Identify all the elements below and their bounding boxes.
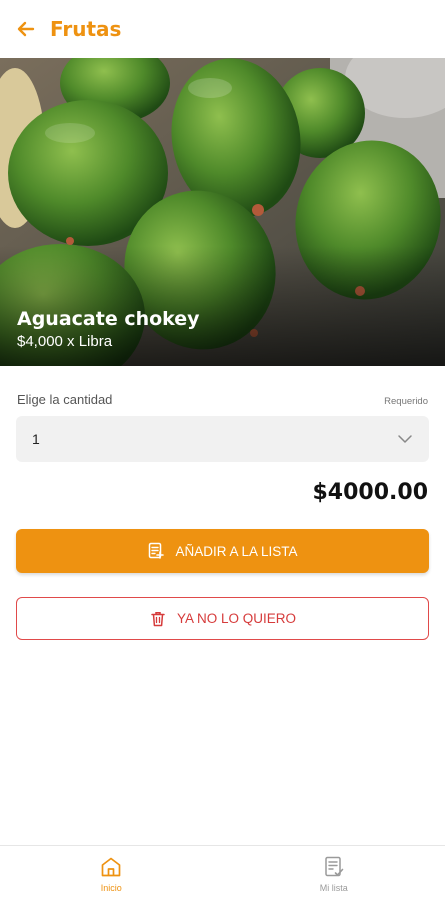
home-icon — [101, 857, 121, 877]
app-header: Frutas — [0, 0, 445, 58]
quantity-select[interactable]: 1 — [16, 416, 429, 462]
required-label: Requerido — [384, 396, 428, 407]
total-price: $4000.00 — [312, 480, 428, 505]
nav-label-mi-lista: Mi lista — [319, 883, 348, 893]
nav-item-inicio[interactable]: Inicio — [0, 846, 223, 900]
quantity-value: 1 — [32, 431, 40, 447]
chevron-down-icon — [398, 435, 412, 443]
remove-button[interactable]: YA NO LO QUIERO — [16, 597, 429, 640]
list-icon — [325, 856, 344, 877]
quantity-label: Elige la cantidad — [17, 392, 113, 407]
nav-label-inicio: Inicio — [100, 883, 122, 893]
back-button[interactable] — [14, 17, 38, 41]
page-title: Frutas — [50, 17, 122, 41]
add-to-list-label: AÑADIR A LA LISTA — [175, 543, 298, 559]
list-add-icon — [147, 542, 165, 560]
trash-icon — [149, 610, 167, 628]
nav-item-mi-lista[interactable]: Mi lista — [223, 846, 445, 900]
add-to-list-button[interactable]: AÑADIR A LA LISTA — [16, 529, 429, 573]
bottom-navigation: Inicio Mi lista — [0, 845, 445, 900]
product-image: Aguacate chokey $4,000 x Libra — [0, 58, 445, 366]
arrow-left-icon — [17, 21, 35, 37]
product-name: Aguacate chokey — [17, 308, 200, 330]
remove-label: YA NO LO QUIERO — [176, 611, 297, 626]
product-unit-price: $4,000 x Libra — [17, 333, 113, 350]
